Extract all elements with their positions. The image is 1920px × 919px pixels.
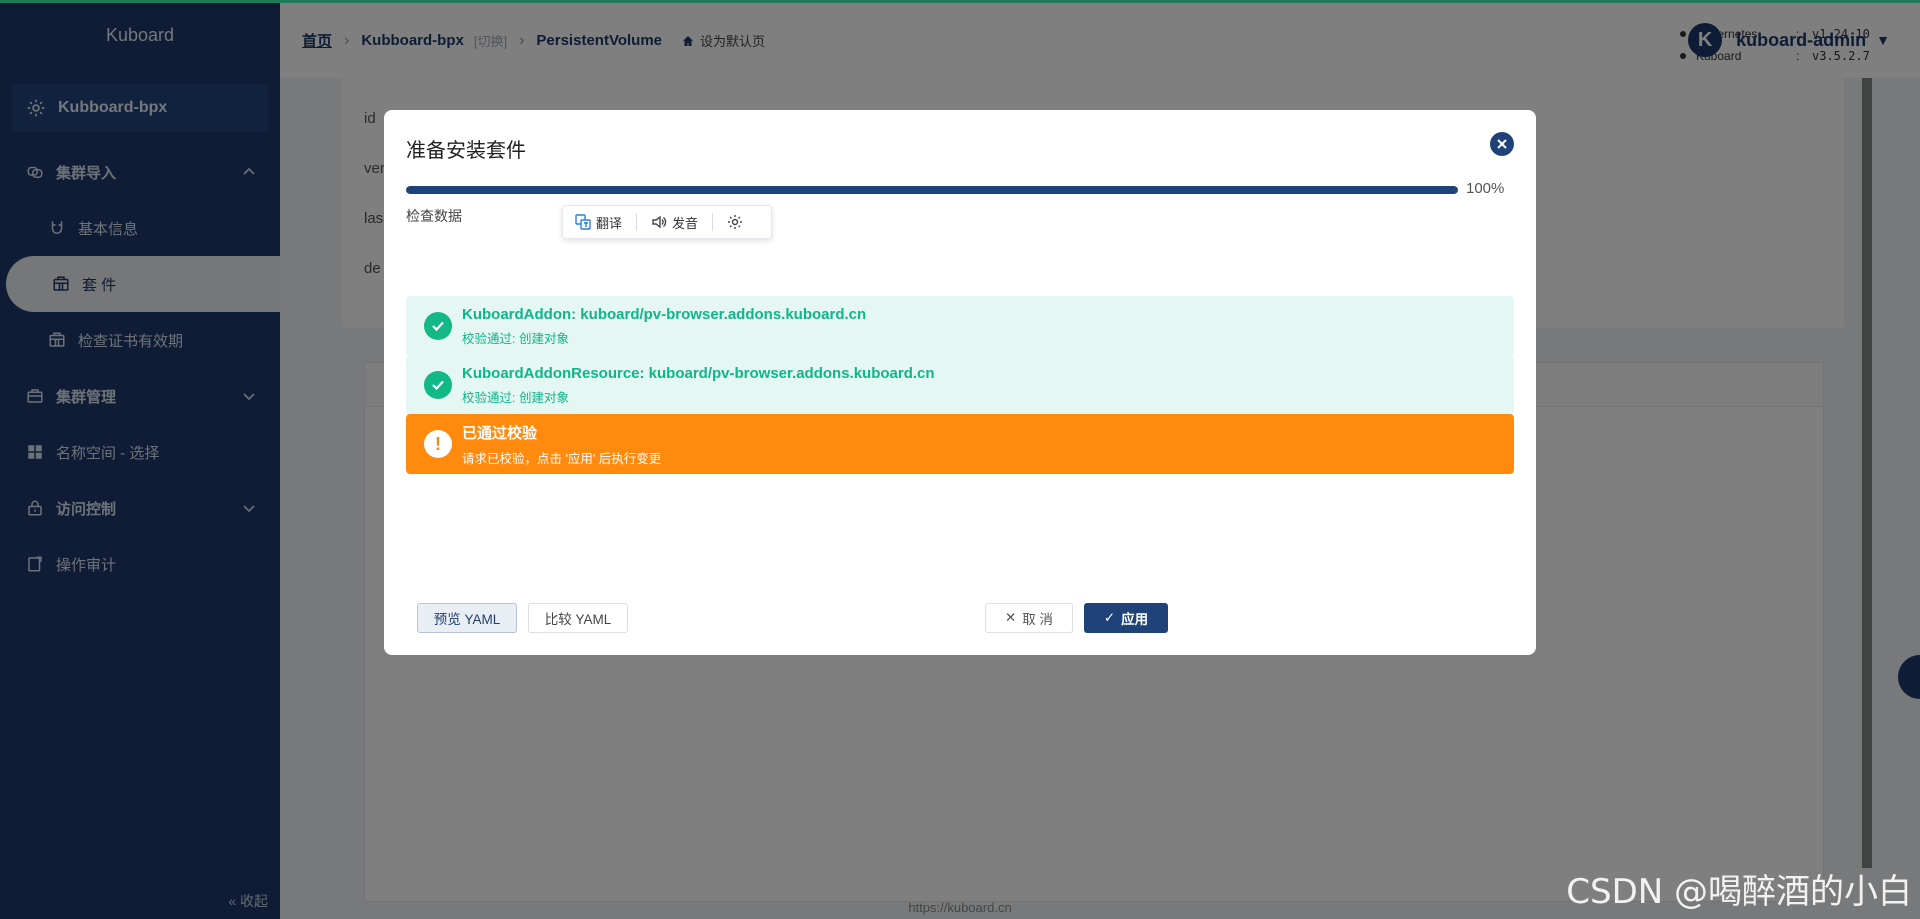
- alert-addon-resource-validated: KuboardAddonResource: kuboard/pv-browser…: [406, 355, 1514, 415]
- alert-detail: 校验通过: 创建对象: [462, 331, 569, 346]
- pronounce-label: 发音: [672, 215, 699, 231]
- alert-title: KuboardAddonResource: kuboard/pv-browser…: [462, 364, 935, 382]
- top-accent-bar: [0, 0, 1920, 3]
- close-icon: ✕: [1004, 610, 1017, 625]
- cancel-label: 取 消: [1022, 612, 1054, 627]
- alert-title: 已通过校验: [462, 424, 538, 442]
- check-icon: ✓: [1103, 610, 1116, 625]
- install-addon-dialog: 准备安装套件 100% 检查数据 KuboardAddon: kuboard/p…: [384, 110, 1536, 655]
- alert-validation-passed: ! 已通过校验 请求已校验，点击 '应用' 后执行变更: [406, 414, 1514, 474]
- pronounce-button[interactable]: 发音: [651, 213, 698, 232]
- apply-label: 应用: [1121, 612, 1149, 627]
- settings-button[interactable]: [727, 214, 748, 230]
- alert-addon-validated: KuboardAddon: kuboard/pv-browser.addons.…: [406, 296, 1514, 356]
- progress-percent: 100%: [1466, 180, 1505, 197]
- translate-label: 翻译: [596, 215, 623, 231]
- check-circle-icon: [424, 312, 452, 340]
- dialog-title: 准备安装套件: [406, 140, 526, 162]
- close-button[interactable]: [1490, 132, 1514, 156]
- check-circle-icon: [424, 371, 452, 399]
- watermark: CSDN @喝醉酒的小白: [1566, 872, 1912, 912]
- translate-button[interactable]: 翻译: [575, 213, 622, 232]
- apply-button[interactable]: ✓ 应用: [1084, 603, 1168, 633]
- close-icon: [1497, 139, 1507, 149]
- toolbar-divider: [712, 213, 714, 231]
- check-data-label: 检查数据: [406, 208, 462, 224]
- gear-icon: [728, 215, 743, 229]
- progress-bar: [406, 186, 1458, 194]
- alert-title: KuboardAddon: kuboard/pv-browser.addons.…: [462, 305, 867, 323]
- alert-detail: 请求已校验，点击 '应用' 后执行变更: [462, 451, 662, 466]
- preview-yaml-button[interactable]: 预览 YAML: [417, 603, 517, 633]
- toolbar-divider: [636, 213, 638, 231]
- speaker-icon: [652, 215, 667, 229]
- exclamation-circle-icon: !: [424, 430, 452, 458]
- compare-yaml-button[interactable]: 比较 YAML: [528, 603, 628, 633]
- alert-detail: 校验通过: 创建对象: [462, 390, 569, 405]
- translate-icon: [575, 214, 591, 230]
- cancel-button[interactable]: ✕ 取 消: [985, 603, 1073, 633]
- translate-toolbar: 翻译 发音: [562, 205, 772, 239]
- progress-fill: [406, 186, 1458, 194]
